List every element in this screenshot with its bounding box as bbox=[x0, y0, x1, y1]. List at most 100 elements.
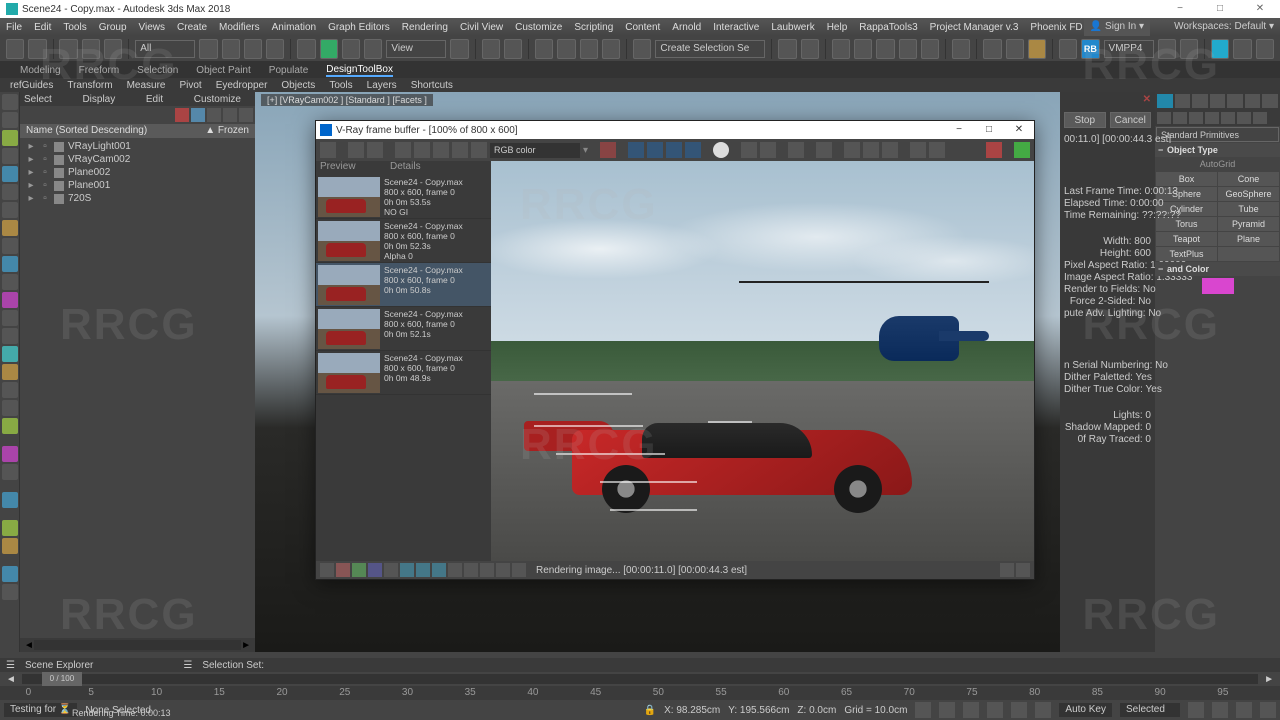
tool-icon[interactable] bbox=[2, 148, 18, 164]
close-button[interactable]: ✕ bbox=[1240, 0, 1280, 18]
subtab-transform[interactable]: Transform bbox=[67, 80, 112, 91]
color-swatch[interactable] bbox=[1202, 278, 1234, 294]
scale-button[interactable] bbox=[342, 39, 360, 59]
explorer-button[interactable] bbox=[854, 39, 872, 59]
scene-menu-display[interactable]: Display bbox=[82, 94, 115, 105]
tool-icon[interactable] bbox=[2, 220, 18, 236]
window-cross-button[interactable] bbox=[266, 39, 284, 59]
selected-dropdown[interactable]: Selected bbox=[1120, 703, 1180, 717]
vfb-tool-icon[interactable] bbox=[929, 142, 945, 158]
tool-icon[interactable] bbox=[2, 328, 18, 344]
menu-tools[interactable]: Tools bbox=[63, 22, 86, 33]
subtab-objects[interactable]: Objects bbox=[281, 80, 315, 91]
tab-designtoolbox[interactable]: DesignToolBox bbox=[326, 64, 393, 77]
vfb-tool-icon[interactable] bbox=[788, 142, 804, 158]
vfb-tool-icon[interactable] bbox=[741, 142, 757, 158]
primitive-teapot[interactable]: Teapot bbox=[1156, 232, 1217, 246]
hierarchy-tab-icon[interactable] bbox=[1192, 94, 1208, 108]
tool-icon[interactable] bbox=[2, 520, 18, 536]
subtab-refguides[interactable]: refGuides bbox=[10, 80, 53, 91]
subtab-layers[interactable]: Layers bbox=[367, 80, 397, 91]
plugin4-button[interactable] bbox=[1180, 39, 1198, 59]
menu-views[interactable]: Views bbox=[139, 22, 166, 33]
tool-icon[interactable] bbox=[2, 492, 18, 508]
filter-dropdown[interactable]: All bbox=[135, 40, 195, 58]
scene-item[interactable]: ▸▫Plane001 bbox=[26, 179, 249, 192]
menu-rendering[interactable]: Rendering bbox=[402, 22, 448, 33]
vfb-tool-icon[interactable] bbox=[367, 142, 383, 158]
plugin7-button[interactable] bbox=[1256, 39, 1274, 59]
status-icon[interactable] bbox=[320, 563, 334, 577]
select-button[interactable] bbox=[199, 39, 217, 59]
tool-icon[interactable] bbox=[223, 108, 237, 122]
primitive-geosphere[interactable]: GeoSphere bbox=[1218, 187, 1279, 201]
vfb-tool-icon[interactable] bbox=[320, 142, 336, 158]
tool-icon[interactable] bbox=[2, 130, 18, 146]
status-icon[interactable] bbox=[432, 563, 446, 577]
menu-civil-view[interactable]: Civil View bbox=[460, 22, 503, 33]
green-icon[interactable] bbox=[666, 142, 682, 158]
vfb-tool-icon[interactable] bbox=[395, 142, 411, 158]
move-button[interactable] bbox=[297, 39, 315, 59]
mono-icon[interactable] bbox=[713, 142, 729, 158]
toggle-ribbon-button[interactable] bbox=[876, 39, 894, 59]
nav-icon[interactable] bbox=[1212, 702, 1228, 718]
time-ruler[interactable]: 0510152025303540455055606570758085909510… bbox=[0, 686, 1280, 700]
scene-item[interactable]: ▸▫VRayCam002 bbox=[26, 153, 249, 166]
vfb-tool-icon[interactable] bbox=[863, 142, 879, 158]
menu-group[interactable]: Group bbox=[99, 22, 127, 33]
time-handle[interactable]: 0 / 100 bbox=[42, 672, 82, 686]
time-slider[interactable]: 0 / 100 bbox=[22, 674, 1258, 684]
menu-graph-editors[interactable]: Graph Editors bbox=[328, 22, 390, 33]
shapes-icon[interactable] bbox=[1173, 112, 1187, 124]
goto-start-icon[interactable] bbox=[915, 702, 931, 718]
plugin6-button[interactable] bbox=[1233, 39, 1251, 59]
primitive-plane[interactable]: Plane bbox=[1218, 232, 1279, 246]
vfb-tool-icon[interactable] bbox=[844, 142, 860, 158]
unlink-button[interactable] bbox=[82, 39, 100, 59]
history-item[interactable]: Scene24 - Copy.max800 x 600, frame 00h 0… bbox=[316, 351, 491, 395]
vfb-titlebar[interactable]: V-Ray frame buffer - [100% of 800 x 600]… bbox=[316, 121, 1034, 139]
vfb-maximize[interactable]: □ bbox=[974, 121, 1004, 139]
menu-customize[interactable]: Customize bbox=[515, 22, 562, 33]
menu-edit[interactable]: Edit bbox=[34, 22, 51, 33]
align-button[interactable] bbox=[801, 39, 819, 59]
plugin3-button[interactable] bbox=[1158, 39, 1176, 59]
viewport[interactable]: [+] [VRayCam002 ] [Standard ] [Facets ] … bbox=[255, 92, 1060, 652]
undo-button[interactable] bbox=[6, 39, 24, 59]
select-name-button[interactable] bbox=[222, 39, 240, 59]
keyboard-button[interactable] bbox=[504, 39, 522, 59]
tool-icon[interactable] bbox=[2, 94, 18, 110]
tool-icon[interactable] bbox=[207, 108, 221, 122]
spinner-snap-button[interactable] bbox=[602, 39, 620, 59]
scene-item[interactable]: ▸▫VRayLight001 bbox=[26, 140, 249, 153]
status-icon[interactable] bbox=[512, 563, 526, 577]
named-sel-button[interactable] bbox=[633, 39, 651, 59]
tool-icon[interactable] bbox=[2, 238, 18, 254]
modify-tab-icon[interactable] bbox=[1175, 94, 1191, 108]
link-button[interactable] bbox=[59, 39, 77, 59]
percent-snap-button[interactable] bbox=[580, 39, 598, 59]
curve-editor-button[interactable] bbox=[899, 39, 917, 59]
tool-icon[interactable] bbox=[2, 292, 18, 308]
menu-scripting[interactable]: Scripting bbox=[574, 22, 613, 33]
menu-arnold[interactable]: Arnold bbox=[672, 22, 701, 33]
utilities-tab-icon[interactable] bbox=[1245, 94, 1261, 108]
cameras-icon[interactable] bbox=[1205, 112, 1219, 124]
vfb-close[interactable]: ✕ bbox=[1004, 121, 1034, 139]
menu-help[interactable]: Help bbox=[827, 22, 848, 33]
primitive-cone[interactable]: Cone bbox=[1218, 172, 1279, 186]
status-icon[interactable] bbox=[464, 563, 478, 577]
create-tab-icon[interactable] bbox=[1157, 94, 1173, 108]
heart-icon[interactable] bbox=[600, 142, 616, 158]
nav-icon[interactable] bbox=[1260, 702, 1276, 718]
scene-menu-customize[interactable]: Customize bbox=[194, 94, 241, 105]
selection-set-dropdown[interactable]: Create Selection Se bbox=[655, 40, 765, 58]
subtab-measure[interactable]: Measure bbox=[127, 80, 166, 91]
stop-button[interactable]: Stop bbox=[1064, 112, 1106, 128]
menu-create[interactable]: Create bbox=[177, 22, 207, 33]
manip-button[interactable] bbox=[482, 39, 500, 59]
schematic-button[interactable] bbox=[921, 39, 939, 59]
tool-icon[interactable] bbox=[2, 400, 18, 416]
stop-icon[interactable] bbox=[986, 142, 1002, 158]
